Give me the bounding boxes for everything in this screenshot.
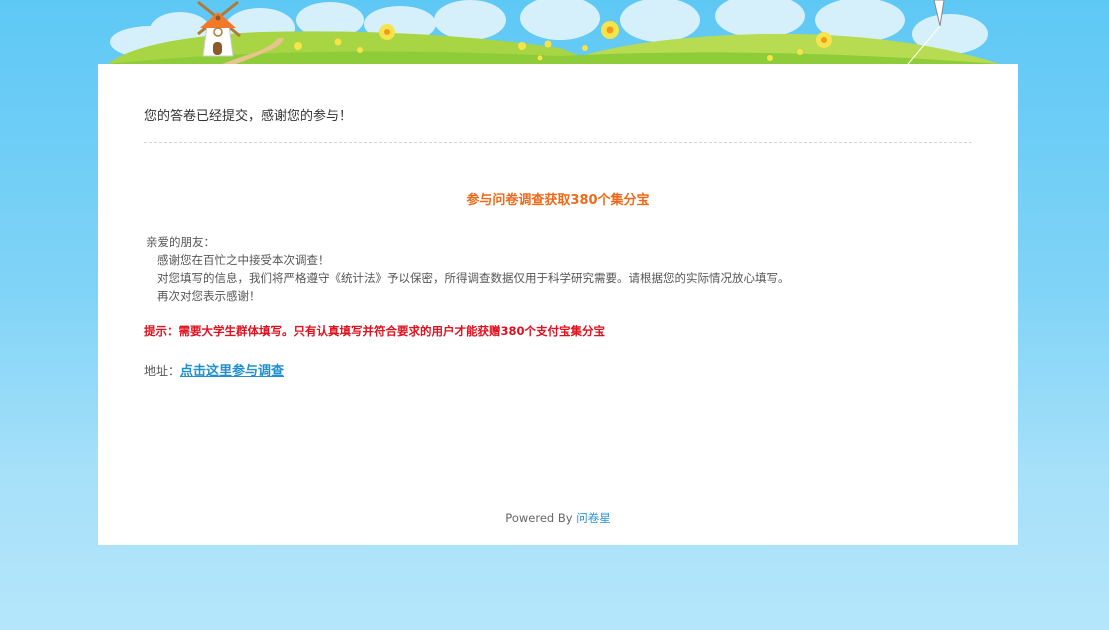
wenjuanxing-link[interactable]: 问卷星 <box>576 511 611 525</box>
letter-line: 对您填写的信息，我们将严格遵守《统计法》予以保密，所得调查数据仅用于科学研究需要… <box>157 271 790 285</box>
address-label: 地址： <box>144 364 181 378</box>
dashed-divider <box>144 142 972 143</box>
thank-you-letter: 亲爱的朋友： 感谢您在百忙之中接受本次调查！ 对您填写的信息，我们将严格遵守《统… <box>146 233 790 305</box>
powered-by-label: Powered By <box>505 511 573 525</box>
survey-address: 地址：点击这里参与调查 <box>144 360 284 379</box>
letter-greeting: 亲爱的朋友： <box>146 235 215 249</box>
footer: Powered By 问卷星 <box>98 510 1018 526</box>
promo-title: 参与问卷调查获取380个集分宝 <box>466 193 650 208</box>
letter-line: 再次对您表示感谢！ <box>157 289 261 303</box>
tip-notice: 提示：需要大学生群体填写。只有认真填写并符合要求的用户才能获赠380个支付宝集分… <box>144 324 606 338</box>
result-card: 您的答卷已经提交，感谢您的参与！ 参与问卷调查获取380个集分宝 亲爱的朋友： … <box>98 64 1018 545</box>
meadow-banner <box>108 0 1000 64</box>
letter-line: 感谢您在百忙之中接受本次调查！ <box>157 253 330 267</box>
join-survey-link[interactable]: 点击这里参与调查 <box>180 364 284 379</box>
submission-confirmation: 您的答卷已经提交，感谢您的参与！ <box>144 109 353 124</box>
